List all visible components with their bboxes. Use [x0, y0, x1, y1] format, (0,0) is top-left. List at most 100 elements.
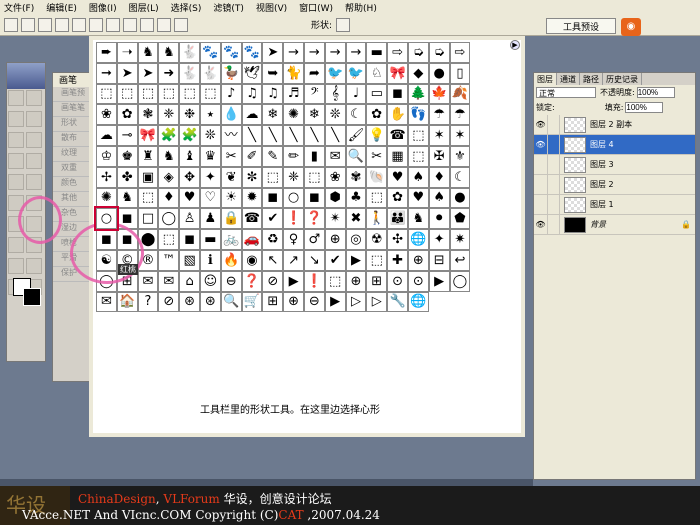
- shape-cell[interactable]: ✋: [387, 104, 408, 126]
- shape-cell[interactable]: ⭑: [199, 104, 221, 126]
- shape-cell[interactable]: 🐇: [199, 62, 221, 84]
- shape-cell[interactable]: ✥: [179, 166, 200, 188]
- shape-cell[interactable]: ⊕: [407, 249, 429, 271]
- shape-cell[interactable]: ✠: [428, 145, 450, 167]
- shape-cell[interactable]: ♻: [262, 229, 284, 250]
- shape-cell[interactable]: ➭: [428, 42, 450, 63]
- menu-item[interactable]: 图像(I): [89, 1, 117, 14]
- tool-icon[interactable]: [26, 111, 42, 127]
- menu-item[interactable]: 帮助(H): [345, 1, 377, 14]
- shape-cell[interactable]: ⊛: [199, 291, 221, 313]
- shape-cell[interactable]: ♥: [179, 187, 200, 209]
- shape-cell[interactable]: ▧: [179, 249, 200, 271]
- shape-cell[interactable]: 🔍: [220, 291, 242, 313]
- shape-cell[interactable]: 〰: [220, 125, 242, 146]
- shape-cell[interactable]: ╲: [303, 125, 325, 146]
- shape-cell[interactable]: 🌐: [407, 229, 429, 250]
- shape-cell[interactable]: ♞: [158, 42, 180, 63]
- shape-cell[interactable]: ▮: [303, 145, 325, 167]
- shape-cell[interactable]: ⊛: [179, 291, 200, 313]
- shape-cell[interactable]: 🚗: [241, 229, 263, 250]
- shape-cell[interactable]: ☾: [449, 166, 471, 188]
- shape-cell[interactable]: ◉: [241, 249, 263, 271]
- shape-cell[interactable]: ℹ: [199, 249, 221, 271]
- shape-cell[interactable]: 🐦: [345, 62, 367, 84]
- shape-cell[interactable]: ●: [428, 62, 450, 84]
- shape-cell[interactable]: ✂: [366, 145, 388, 167]
- shape-cell[interactable]: 🦆: [220, 62, 242, 84]
- shape-cell[interactable]: 🛒: [241, 291, 263, 313]
- shape-cell[interactable]: ⬚: [158, 83, 180, 105]
- shape-cell[interactable]: ⊞: [262, 291, 284, 313]
- layer-row[interactable]: 图层 1: [534, 194, 695, 215]
- shape-cell[interactable]: ⬢: [324, 187, 346, 209]
- menu-item[interactable]: 滤镜(T): [213, 1, 244, 14]
- shape-cell[interactable]: ◈: [158, 166, 180, 188]
- shape-cell[interactable]: ⬚: [116, 83, 138, 105]
- layer-row[interactable]: 图层 2: [534, 174, 695, 195]
- shape-cell[interactable]: ❊: [199, 125, 221, 146]
- custom-shape-tool-button[interactable]: [174, 17, 188, 32]
- shape-cell[interactable]: ➞: [96, 62, 117, 84]
- shape-cell[interactable]: ⬚: [137, 187, 159, 209]
- shape-cell[interactable]: ☢: [366, 229, 388, 250]
- menu-item[interactable]: 视图(V): [256, 1, 287, 14]
- shape-cell[interactable]: ╲: [324, 125, 346, 146]
- shape-cell[interactable]: 🐾: [220, 42, 242, 63]
- eye-icon[interactable]: 👁: [534, 214, 548, 235]
- shape-cell[interactable]: 🏠: [116, 291, 138, 313]
- shape-cell[interactable]: ♠: [407, 166, 429, 188]
- shape-cell[interactable]: ⬚: [303, 166, 325, 188]
- shape-cell[interactable]: ⬚: [262, 166, 284, 188]
- eye-icon[interactable]: [534, 174, 548, 195]
- shape-cell[interactable]: ✿: [366, 104, 388, 126]
- shape-cell[interactable]: ⬚: [137, 83, 159, 105]
- tool-preset-tab[interactable]: 工具预设: [546, 18, 616, 34]
- shape-cell[interactable]: ✔: [324, 249, 346, 271]
- shape-cell[interactable]: ➝: [116, 42, 138, 63]
- shape-cell[interactable]: ✏: [283, 145, 304, 167]
- eye-icon[interactable]: [534, 194, 548, 215]
- layers-tab[interactable]: 图层: [534, 73, 557, 85]
- tool-icon[interactable]: [26, 132, 42, 148]
- shape-cell[interactable]: ✐: [241, 145, 263, 167]
- shape-cell[interactable]: ⊖: [220, 270, 242, 292]
- shape-cell[interactable]: ✿: [116, 104, 138, 126]
- shape-cell[interactable]: 🍂: [449, 83, 471, 105]
- shape-cell[interactable]: ❓: [303, 208, 325, 230]
- shape-cell[interactable]: ↘: [303, 249, 325, 271]
- shape-cell[interactable]: ♞: [137, 42, 159, 63]
- shape-cell[interactable]: ☾: [345, 104, 367, 126]
- layer-row[interactable]: 图层 3: [534, 154, 695, 175]
- shape-cell[interactable]: ⚜: [449, 145, 471, 167]
- tool-icon[interactable]: [26, 174, 42, 190]
- shape-cell[interactable]: ❊: [324, 104, 346, 126]
- shape-cell[interactable]: ✂: [220, 145, 242, 167]
- shape-cell[interactable]: ❓: [241, 270, 263, 292]
- shape-cell[interactable]: ✖: [345, 208, 367, 230]
- rectangle-tool-button[interactable]: [89, 17, 103, 32]
- shape-cell[interactable]: 💡: [366, 125, 388, 146]
- shape-cell[interactable]: ♦: [428, 166, 450, 188]
- shape-cell[interactable]: ✉: [324, 145, 346, 167]
- shape-cell[interactable]: ✣: [387, 229, 408, 250]
- shape-cell[interactable]: ☂: [449, 104, 471, 126]
- shape-cell[interactable]: ☺: [199, 270, 221, 292]
- link-icon[interactable]: [548, 214, 560, 235]
- shape-cell[interactable]: ♞: [407, 208, 429, 230]
- line-tool-button[interactable]: [157, 17, 171, 32]
- shape-cell[interactable]: ✦: [428, 229, 450, 250]
- shape-cell[interactable]: ⊕: [283, 291, 304, 313]
- shape-cell[interactable]: ⇨: [387, 42, 408, 63]
- shape-picker-button[interactable]: [336, 17, 351, 32]
- shape-cell[interactable]: ♬: [283, 83, 304, 105]
- shape-cell[interactable]: ▶: [345, 249, 367, 271]
- shape-cell[interactable]: ▷: [366, 291, 388, 313]
- shape-cell[interactable]: ♞: [116, 187, 138, 209]
- shape-cell[interactable]: ⊕: [345, 270, 367, 292]
- shape-cell[interactable]: 🧩: [179, 125, 200, 146]
- shape-cell[interactable]: ✺: [283, 104, 304, 126]
- shape-cell[interactable]: ▶: [324, 291, 346, 313]
- shape-cell[interactable]: ♙: [179, 208, 200, 230]
- brush-option[interactable]: 形状: [53, 117, 91, 132]
